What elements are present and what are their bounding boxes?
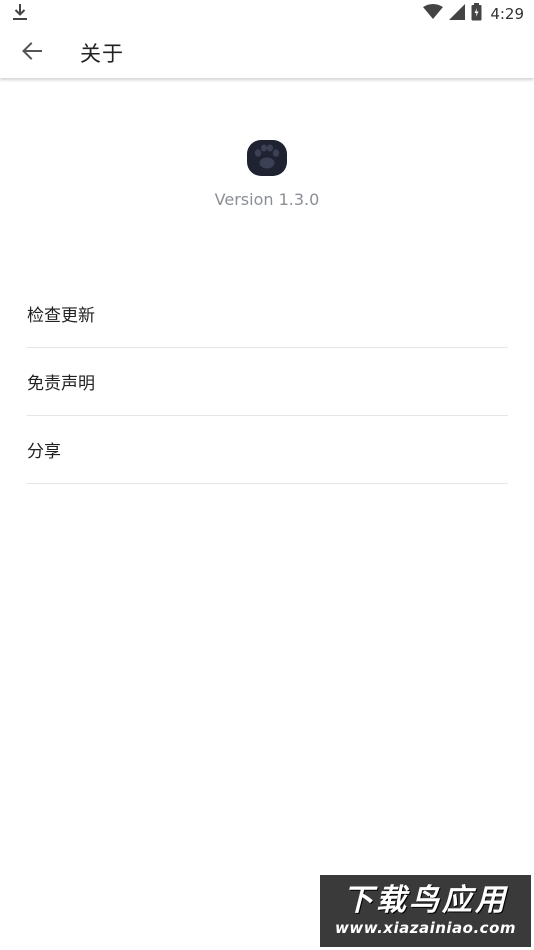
paw-icon xyxy=(247,138,287,178)
status-time: 4:29 xyxy=(490,5,524,23)
wifi-icon xyxy=(423,4,444,24)
status-right: 4:29 xyxy=(423,3,524,25)
menu-list: 检查更新 免责声明 分享 xyxy=(27,280,508,484)
version-text: Version 1.3.0 xyxy=(214,190,320,209)
share-item[interactable]: 分享 xyxy=(27,416,508,484)
disclaimer-item[interactable]: 免责声明 xyxy=(27,348,508,416)
check-update-item[interactable]: 检查更新 xyxy=(27,280,508,348)
watermark-title: 下载鸟应用 xyxy=(343,883,508,918)
back-button[interactable] xyxy=(12,33,52,73)
app-bar: 关于 xyxy=(0,28,534,78)
page-title: 关于 xyxy=(80,42,124,66)
signal-icon xyxy=(449,4,466,24)
watermark-url: www.xiazainiao.com xyxy=(334,919,517,937)
arrow-left-icon xyxy=(21,40,43,66)
download-icon xyxy=(12,3,28,25)
status-left xyxy=(12,3,28,25)
battery-icon xyxy=(471,3,482,25)
status-bar: 4:29 xyxy=(0,0,534,28)
about-screen: 4:29 关于 Version 1.3.0 检查更新 免责声明 分享 下载鸟应用… xyxy=(0,0,534,950)
watermark-logo: 下载鸟应用 www.xiazainiao.com xyxy=(320,875,531,947)
about-header: Version 1.3.0 xyxy=(0,78,534,278)
